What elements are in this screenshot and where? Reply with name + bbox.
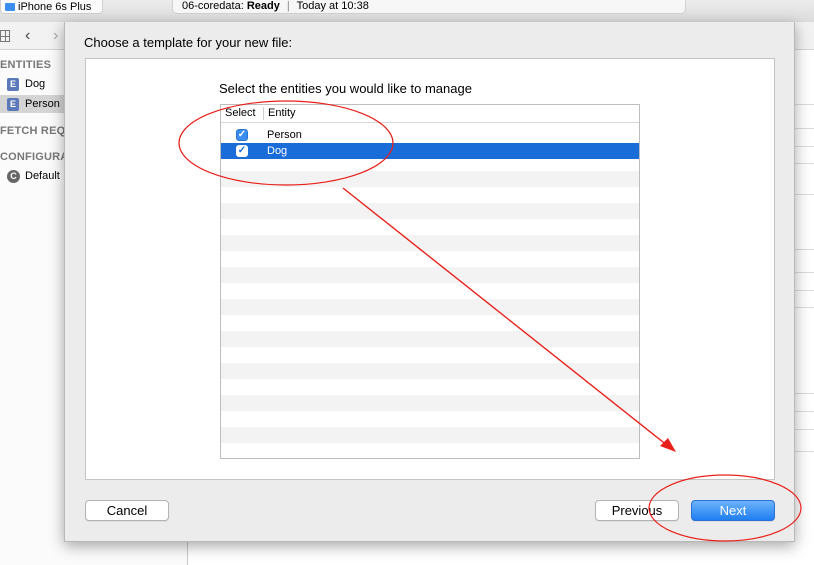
related-items-grid-icon[interactable] [0,30,10,42]
entities-section-header: ENTITIES [0,59,52,71]
editor-divider [794,429,814,430]
editor-divider [794,194,814,195]
template-content-panel: Select the entities you would like to ma… [85,58,775,480]
editor-divider [794,163,814,164]
next-button[interactable]: Next [691,500,775,521]
activity-status: Ready [246,0,280,12]
sidebar-item-label: Dog [25,78,46,90]
column-header-entity[interactable]: Entity [268,105,296,122]
table-header: Select Entity [221,105,639,123]
device-label: iPhone 6s Plus [18,0,92,13]
sheet-title: Choose a template for your new file: [84,35,293,50]
device-icon [5,2,15,11]
activity-project: 06-coredata: [182,0,244,12]
select-checkbox-person[interactable]: ✓ [236,129,248,141]
entity-icon: E [7,77,19,91]
activity-viewer: 06-coredata: Ready | Today at 10:38 [172,0,686,14]
editor-divider [794,128,814,129]
entity-name: Dog [267,145,288,157]
entity-name: Person [267,129,302,141]
window-toolbar: iPhone 6s Plus 06-coredata: Ready | Toda… [0,0,814,22]
editor-divider [794,411,814,412]
activity-separator: | [286,0,290,12]
back-chevron-icon[interactable]: ‹ [25,27,30,45]
new-file-template-sheet: Choose a template for your new file: Sel… [64,22,795,542]
entities-table[interactable]: Select Entity ✓ Person ✓ Dog [220,104,640,459]
editor-divider [794,272,814,273]
configurations-section-header: CONFIGURA [0,151,69,163]
editor-divider [794,249,814,250]
configuration-icon: C [7,169,20,183]
sidebar-item-label: Person [25,98,60,110]
editor-divider [794,104,814,105]
fetch-requests-section-header: FETCH REQ [0,125,66,137]
scheme-selector[interactable]: iPhone 6s Plus [0,0,103,14]
forward-chevron-icon[interactable]: › [53,27,58,45]
editor-divider [794,451,814,452]
select-checkbox-dog[interactable]: ✓ [236,145,248,157]
previous-button[interactable]: Previous [595,500,679,521]
table-row-person[interactable]: ✓ Person [221,127,639,143]
sidebar-item-label: Default [25,170,60,182]
entities-prompt: Select the entities you would like to ma… [219,81,472,96]
column-header-select[interactable]: Select [225,105,256,122]
table-row-dog[interactable]: ✓ Dog [221,143,639,159]
entity-icon: E [7,97,19,111]
cancel-button[interactable]: Cancel [85,500,169,521]
activity-time: Today at 10:38 [296,0,369,12]
editor-divider [794,290,814,291]
editor-divider [794,307,814,308]
column-divider[interactable] [263,107,264,120]
editor-divider [794,146,814,147]
editor-divider [794,393,814,394]
